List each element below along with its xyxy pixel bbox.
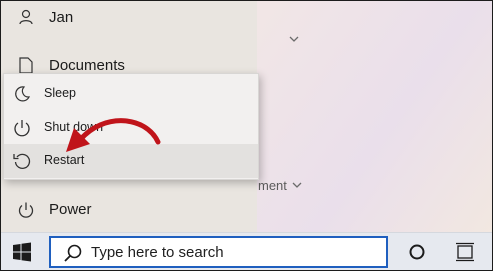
screenshot-frame: ment Jan Documents Power Sleep Shut down… [0, 0, 493, 271]
search-icon [63, 243, 83, 263]
user-name: Jan [49, 9, 74, 26]
user-icon [16, 7, 36, 27]
documents-label: Documents [49, 57, 125, 74]
cortana-icon[interactable] [408, 243, 426, 261]
start-menu-power[interactable]: Power [0, 192, 257, 226]
power-options-menu: Sleep Shut down Restart [3, 73, 259, 180]
taskbar: Type here to search [0, 232, 493, 271]
sleep-icon [12, 84, 32, 104]
document-icon [16, 55, 36, 75]
search-input[interactable]: Type here to search [49, 236, 388, 268]
shutdown-icon [12, 118, 32, 138]
shutdown-label: Shut down [44, 120, 104, 134]
windows-start-icon[interactable] [12, 242, 32, 262]
search-placeholder: Type here to search [91, 244, 224, 261]
power-label: Power [49, 201, 92, 218]
restart-icon [12, 151, 32, 171]
background-label-fragment: ment [258, 178, 287, 193]
chevron-down-icon[interactable] [291, 178, 303, 196]
restart-label: Restart [44, 153, 85, 167]
shutdown-option[interactable]: Shut down [4, 111, 258, 145]
start-menu-user[interactable]: Jan [0, 0, 257, 34]
sleep-label: Sleep [44, 86, 76, 100]
chevron-down-icon[interactable] [288, 32, 300, 50]
sleep-option[interactable]: Sleep [4, 77, 258, 111]
task-view-icon[interactable] [455, 242, 475, 262]
power-icon [16, 200, 36, 220]
restart-option[interactable]: Restart [4, 144, 258, 178]
